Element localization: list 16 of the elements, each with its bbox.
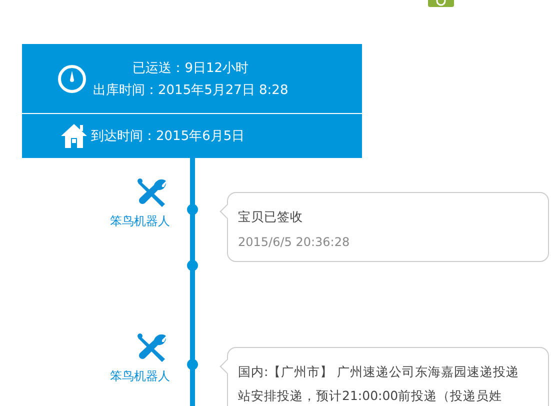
gauge-icon — [57, 64, 87, 94]
arrival-time: 到达时间：2015年6月5日 — [91, 128, 245, 145]
event-message: 国内:【广州市】 广州速递公司东海嘉园速递投递站安排投递，预计21:00:00前投递（投递员姓 — [238, 363, 520, 405]
tools-icon — [136, 333, 168, 365]
timeline-dot — [187, 260, 198, 271]
event-message: 宝贝已签收 — [238, 208, 304, 226]
actor-label: 笨鸟机器人 — [110, 368, 170, 385]
house-icon — [60, 123, 88, 149]
shipped-time: 出库时间：2015年5月27日 8:28 — [93, 82, 288, 98]
timeline-dot — [187, 359, 198, 370]
transit-duration: 已运送：9日12小时 — [132, 60, 249, 76]
tools-icon — [136, 178, 168, 210]
timeline-dot — [187, 204, 198, 215]
event-time: 2015/6/5 20:36:28 — [238, 235, 351, 249]
badge-icon[interactable] — [428, 0, 454, 7]
actor-label: 笨鸟机器人 — [110, 213, 170, 230]
